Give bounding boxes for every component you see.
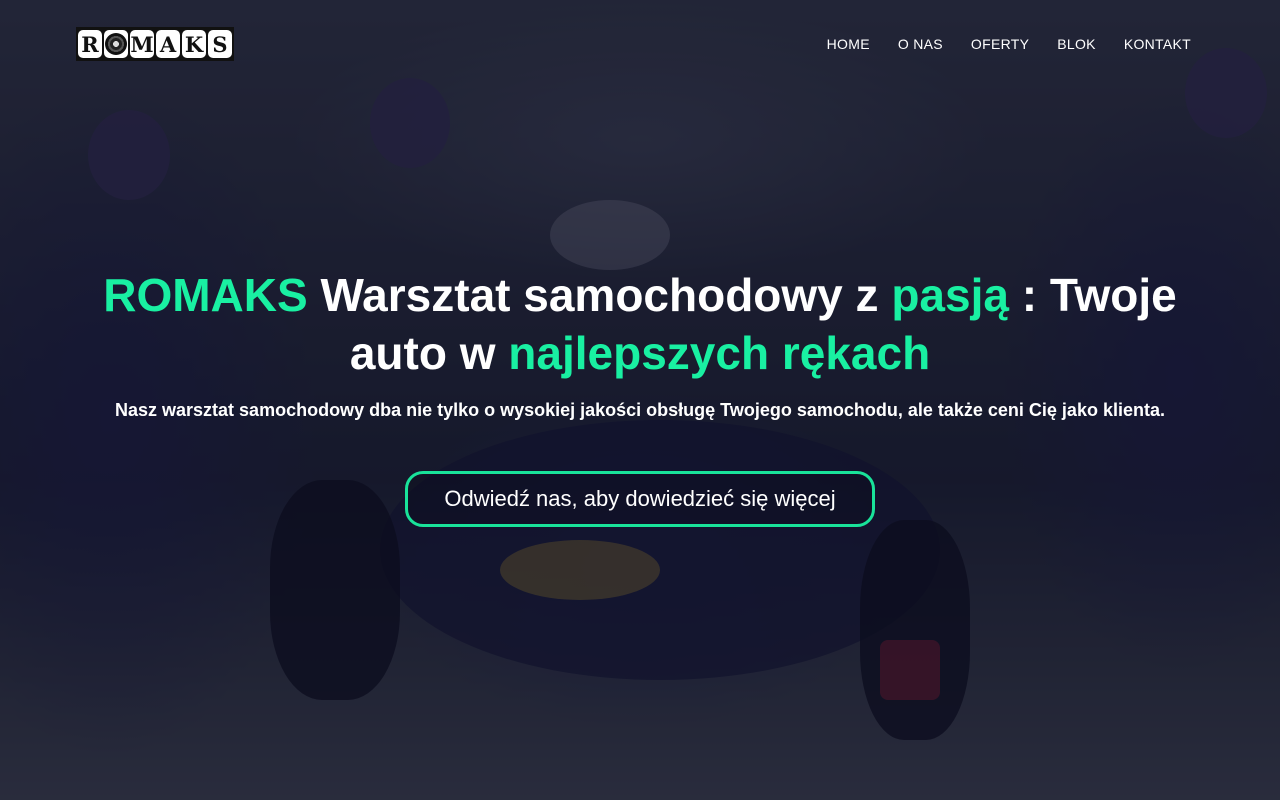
logo-letter: K — [182, 30, 206, 58]
hero-title-passion: pasją — [891, 269, 1009, 321]
hero-title-text: Warsztat samochodowy z — [307, 269, 892, 321]
logo-letter: A — [156, 30, 180, 58]
logo-letter: S — [208, 30, 232, 58]
hero-title: ROMAKS Warsztat samochodowy z pasją : Tw… — [60, 266, 1220, 382]
hero-title-hands: najlepszych rękach — [508, 327, 931, 379]
cta-button[interactable]: Odwiedź nas, aby dowiedzieć się więcej — [405, 471, 875, 527]
main-nav: HOME O NAS OFERTY BLOK KONTAKT — [827, 32, 1191, 56]
nav-o-nas[interactable]: O NAS — [898, 32, 943, 56]
nav-home[interactable]: HOME — [827, 32, 870, 56]
site-header: R M A K S HOME O NAS OFERTY BLOK KONTAKT — [0, 0, 1280, 88]
logo-letter: R — [78, 30, 102, 58]
romaks-logo[interactable]: R M A K S — [76, 27, 234, 61]
hero-section: ROMAKS Warsztat samochodowy z pasją : Tw… — [0, 266, 1280, 527]
nav-blok[interactable]: BLOK — [1057, 32, 1096, 56]
wheel-icon — [104, 30, 128, 58]
hero-subtitle: Nasz warsztat samochodowy dba nie tylko … — [115, 400, 1165, 420]
nav-kontakt[interactable]: KONTAKT — [1124, 32, 1191, 56]
hero-title-brand: ROMAKS — [103, 269, 308, 321]
logo-letter: M — [130, 30, 154, 58]
nav-oferty[interactable]: OFERTY — [971, 32, 1029, 56]
